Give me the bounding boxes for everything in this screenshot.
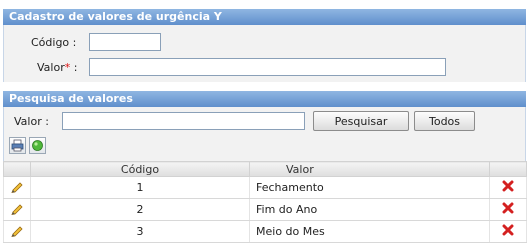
pencil-icon bbox=[11, 226, 23, 238]
green-circle-icon bbox=[32, 140, 43, 151]
pencil-icon bbox=[11, 204, 23, 216]
cell-valor: Fim do Ano bbox=[249, 198, 490, 221]
delete-button[interactable] bbox=[489, 198, 527, 221]
pesquisar-button[interactable]: Pesquisar bbox=[313, 111, 409, 131]
cell-codigo: 3 bbox=[30, 220, 250, 243]
delete-button[interactable] bbox=[489, 220, 527, 243]
cell-valor: Fechamento bbox=[249, 176, 490, 199]
valor-input[interactable] bbox=[89, 58, 446, 76]
table-row: 2 Fim do Ano bbox=[3, 198, 527, 221]
cell-codigo: 1 bbox=[30, 176, 250, 199]
cell-valor: Meio do Mes bbox=[249, 220, 490, 243]
red-x-icon bbox=[502, 180, 514, 192]
red-x-icon bbox=[502, 224, 514, 236]
pesquisa-panel-header: Pesquisa de valores bbox=[3, 91, 526, 107]
cadastro-panel-header: Cadastro de valores de urgência Y bbox=[3, 9, 526, 25]
table-row: 3 Meio do Mes bbox=[3, 220, 527, 243]
codigo-label: Código : bbox=[31, 36, 77, 49]
valor-label-text: Valor bbox=[37, 61, 65, 74]
table-row: 1 Fechamento bbox=[3, 176, 527, 199]
delete-button[interactable] bbox=[489, 176, 527, 199]
pesquisa-valor-label: Valor : bbox=[14, 115, 49, 128]
results-table: Código Valor 1 Fechamento 2 Fim do Ano 3… bbox=[3, 161, 527, 243]
valor-label-colon: : bbox=[70, 61, 78, 74]
red-x-icon bbox=[502, 202, 514, 214]
print-icon bbox=[11, 139, 24, 152]
edit-column-header bbox=[3, 161, 31, 177]
cell-codigo: 2 bbox=[30, 198, 250, 221]
pesquisa-valor-input[interactable] bbox=[62, 112, 305, 130]
cadastro-title: Cadastro de valores de urgência Y bbox=[9, 10, 222, 23]
edit-button[interactable] bbox=[3, 198, 31, 221]
valor-label: Valor* : bbox=[37, 61, 77, 74]
green-status-button[interactable] bbox=[29, 137, 46, 154]
column-header-codigo[interactable]: Código bbox=[30, 161, 250, 177]
edit-button[interactable] bbox=[3, 176, 31, 199]
table-header-row: Código Valor bbox=[3, 161, 527, 177]
delete-column-header bbox=[489, 161, 527, 177]
pesquisa-title: Pesquisa de valores bbox=[9, 92, 133, 105]
pencil-icon bbox=[11, 182, 23, 194]
column-header-valor[interactable]: Valor bbox=[249, 161, 490, 177]
print-button[interactable] bbox=[9, 137, 26, 154]
codigo-input[interactable] bbox=[89, 33, 161, 51]
edit-button[interactable] bbox=[3, 220, 31, 243]
todos-button[interactable]: Todos bbox=[414, 111, 475, 131]
